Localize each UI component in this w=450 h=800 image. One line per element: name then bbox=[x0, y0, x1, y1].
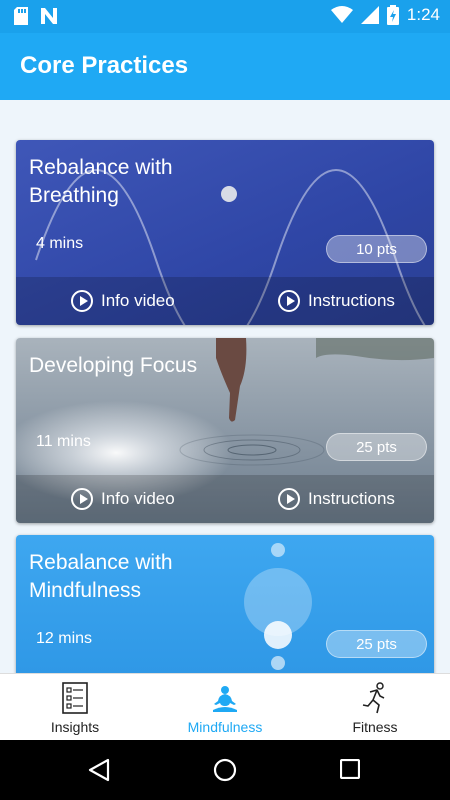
instructions-label: Instructions bbox=[308, 489, 395, 508]
clock: 1:24 bbox=[406, 5, 440, 24]
play-circle-icon bbox=[71, 290, 93, 312]
wifi-icon bbox=[330, 6, 353, 23]
card-duration: 12 mins bbox=[36, 630, 93, 647]
sd-card-icon bbox=[14, 7, 28, 25]
page-title: Core Practices bbox=[20, 52, 189, 79]
nav-label: Fitness bbox=[352, 719, 398, 735]
signal-icon bbox=[360, 6, 379, 24]
info-video-label: Info video bbox=[101, 291, 175, 310]
card-duration: 11 mins bbox=[36, 433, 91, 450]
card-title: Rebalance with Mindfulness bbox=[29, 551, 173, 602]
runner-icon bbox=[362, 682, 385, 714]
play-circle-icon bbox=[278, 290, 300, 312]
status-bar: 1:24 bbox=[0, 0, 450, 33]
points-badge: 25 pts bbox=[326, 630, 427, 658]
app-bar: Core Practices bbox=[0, 33, 450, 100]
nav-label: Mindfulness bbox=[187, 719, 263, 735]
recents-icon[interactable] bbox=[340, 759, 360, 779]
points-badge: 25 pts bbox=[326, 433, 427, 461]
info-video-label: Info video bbox=[101, 489, 175, 508]
nav-mindfulness[interactable]: Mindfulness bbox=[150, 674, 300, 741]
card-title: Developing Focus bbox=[29, 354, 198, 377]
points-badge: 10 pts bbox=[326, 235, 427, 263]
card-actions: Info video Instructions bbox=[16, 475, 434, 523]
nav-fitness[interactable]: Fitness bbox=[300, 674, 450, 741]
nav-insights[interactable]: Insights bbox=[0, 674, 150, 741]
card-title: Rebalance with Breathing bbox=[29, 156, 173, 207]
practice-card-focus[interactable]: Developing Focus 11 mins 25 pts Info vid… bbox=[16, 338, 434, 523]
instructions-button[interactable]: Instructions bbox=[278, 488, 395, 510]
instructions-label: Instructions bbox=[308, 291, 395, 310]
info-video-button[interactable]: Info video bbox=[71, 488, 175, 510]
nav-label: Insights bbox=[50, 719, 100, 735]
battery-icon bbox=[386, 5, 399, 25]
play-circle-icon bbox=[71, 488, 93, 510]
system-navigation-bar bbox=[0, 740, 450, 800]
info-video-button[interactable]: Info video bbox=[71, 290, 175, 312]
instructions-button[interactable]: Instructions bbox=[278, 290, 395, 312]
checklist-icon bbox=[62, 682, 88, 714]
card-actions: Info video Instructions bbox=[16, 277, 434, 325]
notification-n-icon bbox=[41, 8, 57, 24]
practice-card-mindfulness[interactable]: Rebalance with Mindfulness 12 mins 25 pt… bbox=[16, 535, 434, 673]
play-circle-icon bbox=[278, 488, 300, 510]
practice-list[interactable]: Rebalance with Breathing 4 mins 10 pts I… bbox=[0, 100, 450, 673]
back-icon[interactable] bbox=[88, 758, 110, 782]
meditation-icon bbox=[213, 686, 237, 712]
practice-card-breathing[interactable]: Rebalance with Breathing 4 mins 10 pts I… bbox=[16, 140, 434, 325]
home-icon[interactable] bbox=[213, 758, 237, 782]
card-duration: 4 mins bbox=[36, 235, 84, 252]
bottom-navigation: Insights Mindfulness Fitness bbox=[0, 673, 450, 740]
